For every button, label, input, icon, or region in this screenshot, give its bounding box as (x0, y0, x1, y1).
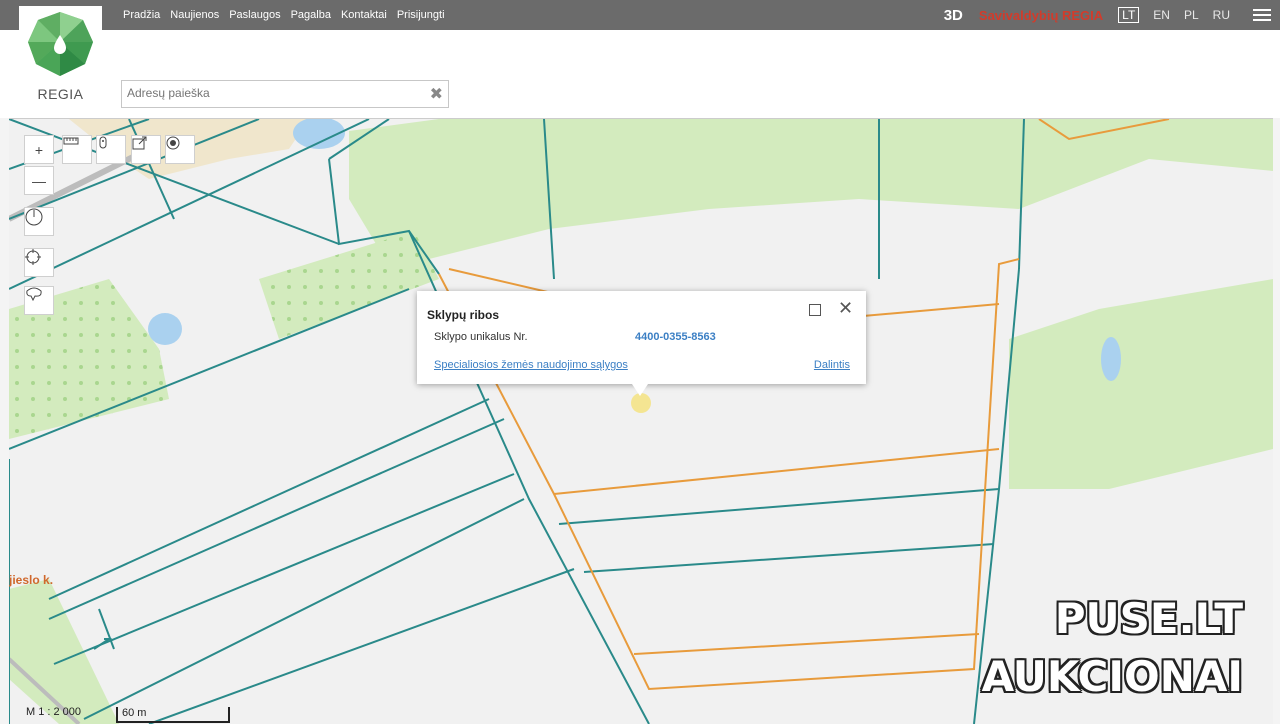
lang-lt[interactable]: LT (1118, 7, 1140, 23)
search-input[interactable] (122, 81, 417, 105)
forest-area-top (349, 119, 1273, 259)
lang-en[interactable]: EN (1153, 8, 1170, 22)
lang-ru[interactable]: RU (1213, 8, 1230, 22)
main-nav: Pradžia Naujienos Paslaugos Pagalba Kont… (123, 0, 445, 30)
pond-right (1101, 337, 1121, 381)
top-bar: Pradžia Naujienos Paslaugos Pagalba Kont… (0, 0, 1280, 30)
regia-logo[interactable]: REGIA (19, 6, 102, 113)
close-icon[interactable]: ✖ (430, 84, 443, 104)
parcel-id-label: Sklypo unikalus Nr. (434, 331, 528, 343)
locate-icon[interactable] (24, 248, 54, 277)
measure-ruler-icon[interactable] (62, 135, 92, 164)
nav-naujienos[interactable]: Naujienos (170, 9, 219, 21)
selected-point (631, 393, 651, 413)
pond-left (148, 313, 182, 345)
forest-dots-middle (259, 231, 439, 339)
parcel-info-popup: Sklypų ribos ✕ Sklypo unikalus Nr. 4400-… (417, 291, 866, 396)
parcel-id-value[interactable]: 4400-0355-8563 (635, 331, 716, 343)
brand-title: Savivaldybių REGIA (978, 7, 1104, 23)
lang-pl[interactable]: PL (1184, 8, 1199, 22)
address-search: ✖ (121, 80, 449, 108)
logo-text: REGIA (37, 86, 84, 102)
header-right-tools: 3D Savivaldybių REGIA LT EN PL RU (944, 0, 1280, 30)
3d-button[interactable]: 3D (944, 7, 963, 24)
pin-icon[interactable] (96, 135, 126, 164)
scale-distance: 60 m (122, 707, 147, 719)
header: ✖ (0, 30, 1280, 118)
nav-paslaugos[interactable]: Paslaugos (229, 9, 280, 21)
scale-bar: M 1 : 2 000 60 m (9, 703, 230, 723)
map-canvas[interactable]: + — Sklypų ribos ✕ Sklypo unikalus Nr. 4… (9, 118, 1273, 724)
special-conditions-link[interactable]: Specialiosios žemės naudojimo sąlygos (434, 359, 628, 371)
nav-pagalba[interactable]: Pagalba (291, 9, 331, 21)
logo-gem-icon (28, 12, 93, 76)
hamburger-menu-icon[interactable] (1253, 6, 1271, 24)
nav-kontaktai[interactable]: Kontaktai (341, 9, 387, 21)
export-icon[interactable] (131, 135, 161, 164)
close-icon[interactable]: ✕ (838, 298, 853, 319)
forest-area-right (1009, 279, 1273, 489)
zoom-out-icon[interactable]: — (24, 166, 54, 195)
share-link[interactable]: Dalintis (814, 359, 850, 371)
popup-title: Sklypų ribos (427, 308, 500, 322)
draw-polygon-icon[interactable] (24, 286, 54, 315)
place-label: jieslo k. (9, 573, 54, 587)
watermark-line2: AUKCIONAI (981, 652, 1243, 701)
target-icon[interactable] (165, 135, 195, 164)
watermark-line1: PUSE.LT (1054, 594, 1243, 643)
clock-icon[interactable] (24, 207, 54, 236)
zoom-in-icon[interactable]: + (24, 135, 54, 164)
scale-ratio: M 1 : 2 000 (26, 706, 82, 718)
nav-prisijungti[interactable]: Prisijungti (397, 9, 445, 21)
nav-pradzia[interactable]: Pradžia (123, 9, 160, 21)
maximize-icon[interactable] (809, 304, 821, 316)
